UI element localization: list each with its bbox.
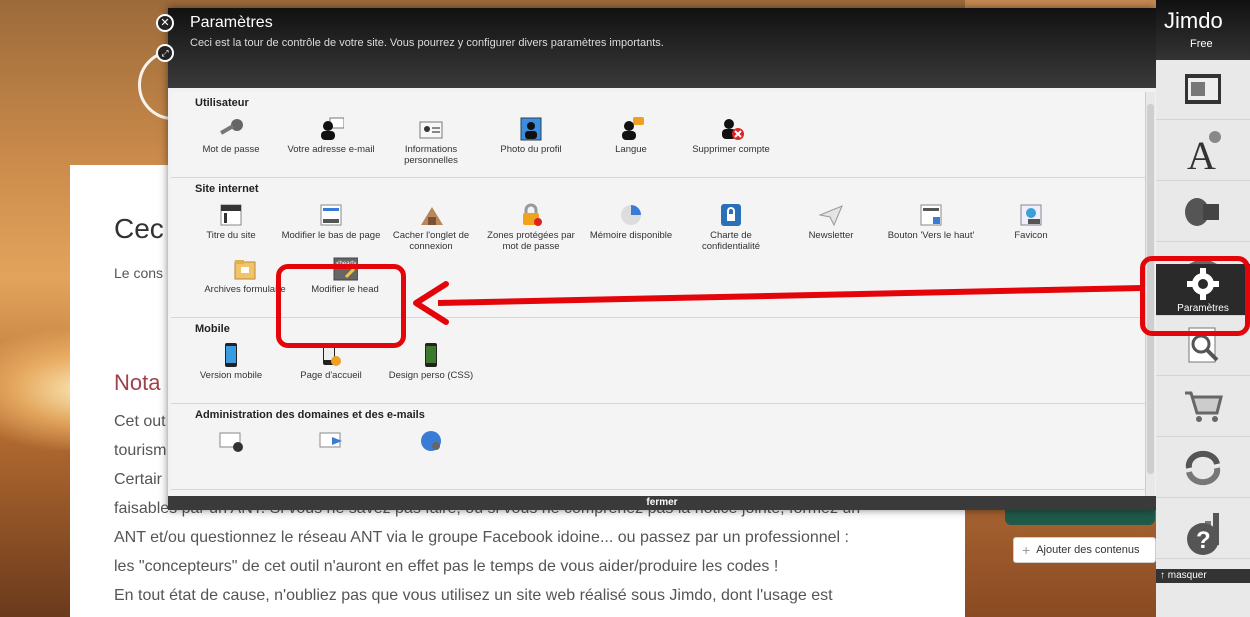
annotation-arrow — [413, 281, 1143, 325]
